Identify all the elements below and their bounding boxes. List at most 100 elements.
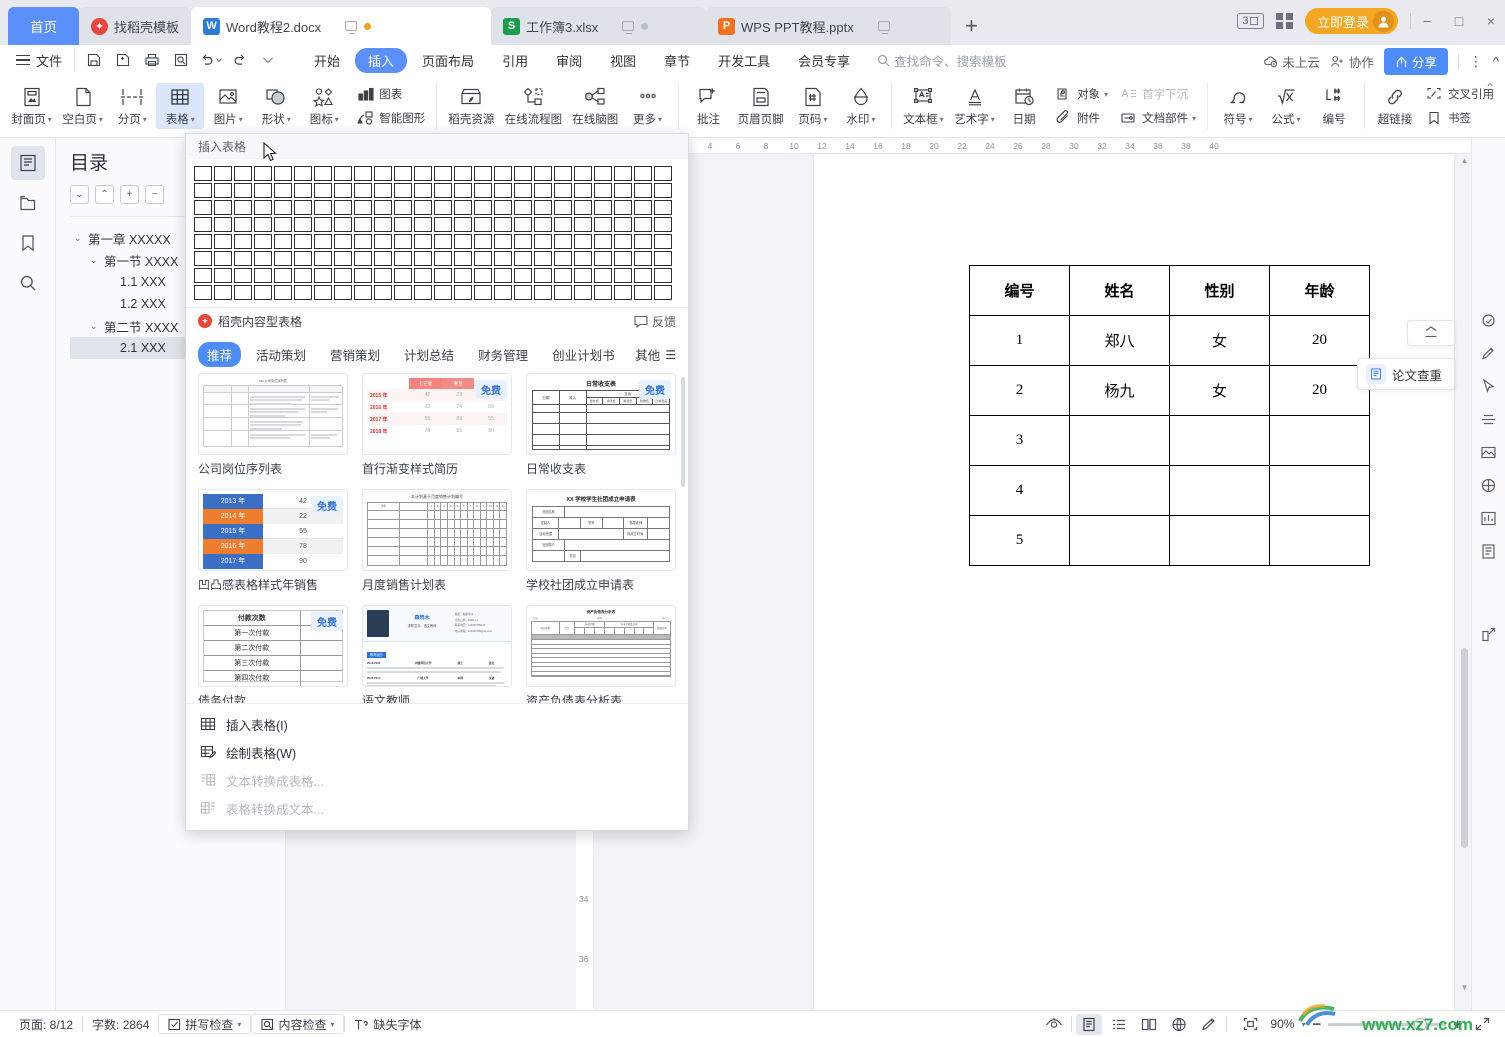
template-card[interactable]: 资产负债表分析表 年度： 编制： 单位： 项目名称 行次 年初余额 年末余额及比率 … xyxy=(526,605,676,703)
table-cell[interactable] xyxy=(1069,465,1170,516)
table-size-grid-cell[interactable] xyxy=(294,183,312,198)
tab-home[interactable]: 首页 xyxy=(8,7,79,45)
ribbon-numbering[interactable]: 编号 xyxy=(1310,83,1358,129)
page-view-icon[interactable] xyxy=(1076,1013,1103,1035)
right-rail-chart-tool-icon[interactable] xyxy=(1477,506,1501,530)
ribbon-more[interactable]: 更多 ▾ xyxy=(624,83,672,129)
table-size-grid-cell[interactable] xyxy=(214,217,232,232)
table-size-grid-cell[interactable] xyxy=(414,200,432,215)
table-cell[interactable]: 3 xyxy=(969,415,1070,466)
template-card[interactable]: xxx 公司岗位序列表 公司岗位序列表 xyxy=(198,373,348,477)
table-size-grid-cell[interactable] xyxy=(614,217,632,232)
table-size-grid-cell[interactable] xyxy=(454,251,472,266)
table-size-grid-cell[interactable] xyxy=(234,285,252,300)
table-size-grid-cell[interactable] xyxy=(634,166,652,181)
ribbon-tab-page-layout[interactable]: 页面布局 xyxy=(409,48,487,73)
ribbon-bookmark[interactable]: 书签 xyxy=(1421,108,1499,128)
table-cell[interactable] xyxy=(1169,415,1270,466)
edit-view-icon[interactable] xyxy=(1196,1014,1222,1035)
window-count-badge[interactable]: 3 xyxy=(1237,13,1265,29)
ribbon-tab-section[interactable]: 章节 xyxy=(651,48,703,73)
right-rail-cursor-icon[interactable] xyxy=(1477,374,1501,398)
template-card[interactable]: 本计划基于月度销售计划编写 月份 1 2 3 4 5 6 7 8 9 10 11 12 xyxy=(362,489,512,593)
category-finance[interactable]: 财务管理 xyxy=(469,342,537,367)
table-size-grid-cell[interactable] xyxy=(214,251,232,266)
table-size-grid-cell[interactable] xyxy=(394,183,412,198)
table-size-grid-cell[interactable] xyxy=(314,200,332,215)
table-size-grid-cell[interactable] xyxy=(574,268,592,283)
table-size-grid-cell[interactable] xyxy=(614,183,632,198)
rail-thumbnail-icon[interactable] xyxy=(11,186,45,220)
table-size-grid-cell[interactable] xyxy=(594,183,612,198)
chevron-down-icon[interactable]: ⌄ xyxy=(74,233,88,244)
table-size-grid-cell[interactable] xyxy=(634,268,652,283)
table-size-grid-cell[interactable] xyxy=(554,217,572,232)
minimize-button[interactable]: − xyxy=(1419,13,1435,29)
table-size-grid-cell[interactable] xyxy=(634,217,652,232)
table-size-grid-cell[interactable] xyxy=(274,234,292,249)
customize-qat-icon[interactable] xyxy=(255,48,281,72)
collaborate-button[interactable]: 协作 xyxy=(1330,52,1374,71)
table-size-grid-cell[interactable] xyxy=(534,200,552,215)
table-size-grid-cell[interactable] xyxy=(574,217,592,232)
table-size-grid-cell[interactable] xyxy=(434,217,452,232)
table-size-grid-cell[interactable] xyxy=(314,285,332,300)
table-size-grid-cell[interactable] xyxy=(294,268,312,283)
table-size-grid-cell[interactable] xyxy=(274,251,292,266)
tab-present-icon[interactable] xyxy=(622,21,635,34)
table-size-grid-cell[interactable] xyxy=(534,268,552,283)
table-cell[interactable]: 郑八 xyxy=(1069,315,1170,366)
table-cell[interactable]: 5 xyxy=(969,515,1070,566)
table-cell[interactable] xyxy=(1069,515,1170,566)
table-size-grid-cell[interactable] xyxy=(294,217,312,232)
ribbon-docer-resource[interactable]: 稻壳资源 xyxy=(443,83,499,129)
table-size-grid-cell[interactable] xyxy=(454,183,472,198)
table-size-grid-cell[interactable] xyxy=(474,251,492,266)
table-size-grid-cell[interactable] xyxy=(234,251,252,266)
template-card[interactable]: XX 学校学生社团成立申请表 社团名称 发起人 学号 指导老师 活动范围 拟成立时间 … xyxy=(526,489,676,593)
page-indicator[interactable]: 页面: 8/12 xyxy=(10,1016,82,1033)
table-cell[interactable] xyxy=(1269,465,1370,516)
ribbon-object[interactable]: 对象 ▾ xyxy=(1050,84,1113,104)
ribbon-formula[interactable]: 公式 ▾ xyxy=(1262,83,1310,129)
table-size-grid-cell[interactable] xyxy=(514,200,532,215)
table-size-grid-cell[interactable] xyxy=(634,285,652,300)
table-size-grid-cell[interactable] xyxy=(374,268,392,283)
table-size-grid-cell[interactable] xyxy=(254,217,272,232)
table-size-grid-cell[interactable] xyxy=(494,234,512,249)
table-size-grid-cell[interactable] xyxy=(194,234,212,249)
zoom-slider-knob[interactable] xyxy=(1414,1017,1428,1031)
table-size-grid-cell[interactable] xyxy=(474,217,492,232)
table-size-grid-cell[interactable] xyxy=(474,285,492,300)
table-size-grid-cell[interactable] xyxy=(614,234,632,249)
table-size-grid-cell[interactable] xyxy=(454,200,472,215)
table-size-grid-cell[interactable] xyxy=(574,251,592,266)
table-cell[interactable] xyxy=(1169,515,1270,566)
table-cell[interactable]: 4 xyxy=(969,465,1070,516)
table-size-grid-cell[interactable] xyxy=(534,234,552,249)
table-size-grid-cell[interactable] xyxy=(394,285,412,300)
table-size-grid-cell[interactable] xyxy=(554,200,572,215)
ribbon-picture[interactable]: 图片 ▾ xyxy=(204,83,252,129)
table-size-grid-cell[interactable] xyxy=(374,251,392,266)
zoom-level-label[interactable]: 90% xyxy=(1270,1017,1294,1031)
table-size-grid-cell[interactable] xyxy=(394,251,412,266)
command-search[interactable]: 查找命令、搜索模板 xyxy=(877,51,1007,70)
table-size-grid-cell[interactable] xyxy=(234,200,252,215)
table-size-grid-cell[interactable] xyxy=(434,285,452,300)
table-size-grid-cell[interactable] xyxy=(294,285,312,300)
table-size-grid-cell[interactable] xyxy=(554,166,572,181)
docer-table-link[interactable]: ✦ 稻壳内容型表格 xyxy=(198,313,302,330)
outline-view-icon[interactable] xyxy=(1106,1014,1132,1035)
table-size-grid-cell[interactable] xyxy=(234,268,252,283)
table-size-grid-cell[interactable] xyxy=(594,251,612,266)
table-size-grid-cell[interactable] xyxy=(514,268,532,283)
table-size-grid-cell[interactable] xyxy=(394,200,412,215)
table-size-grid-cell[interactable] xyxy=(654,234,672,249)
ribbon-comment[interactable]: 批注 xyxy=(684,83,732,129)
table-size-grid-cell[interactable] xyxy=(614,285,632,300)
category-marketing[interactable]: 营销策划 xyxy=(321,342,389,367)
table-size-grid-cell[interactable] xyxy=(514,251,532,266)
ribbon-attachment[interactable]: 附件 xyxy=(1050,108,1113,128)
table-size-grid-cell[interactable] xyxy=(354,285,372,300)
